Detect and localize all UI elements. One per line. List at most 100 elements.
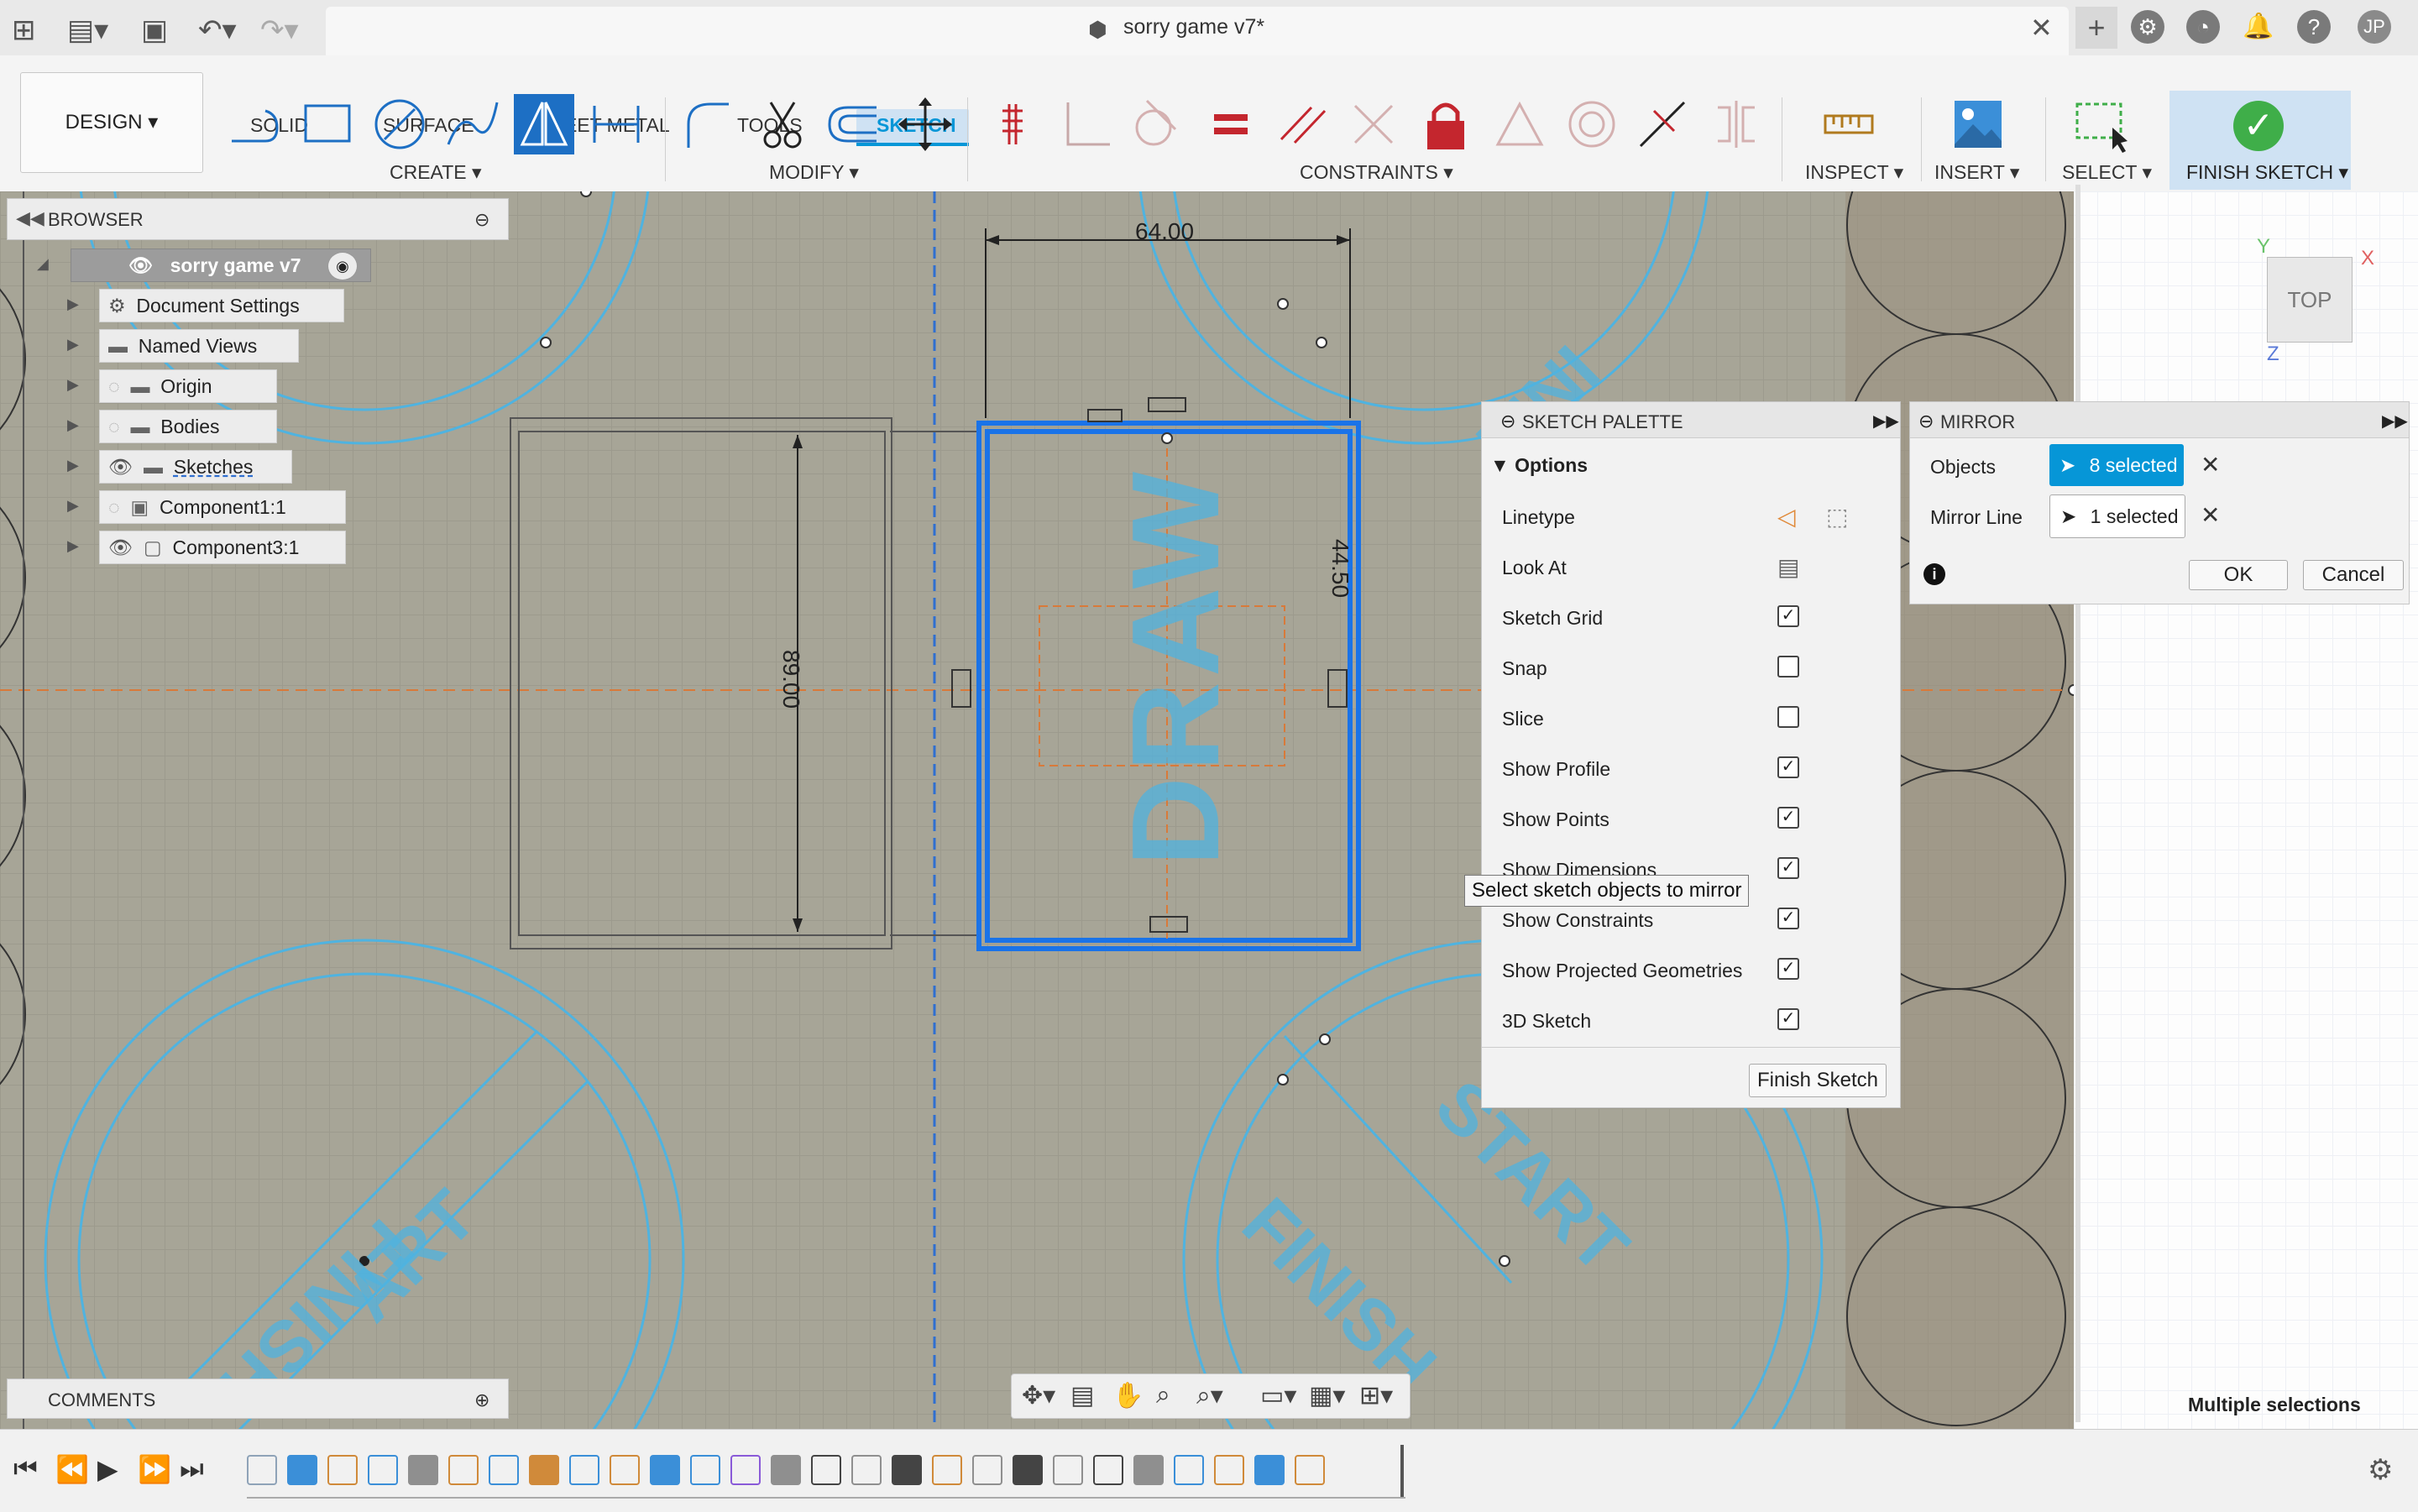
midpoint-constraint-icon[interactable] (1489, 94, 1550, 154)
notifications-icon[interactable]: 🔔 (2242, 10, 2275, 44)
expand-icon[interactable]: ▶ (67, 537, 79, 555)
look-at-icon[interactable]: ▤ (1777, 553, 1799, 581)
concentric-constraint-icon[interactable] (1562, 94, 1622, 154)
timeline-feature-icon[interactable] (1133, 1455, 1164, 1485)
expand-icon[interactable]: ▶ (67, 296, 79, 313)
move-tool-icon[interactable] (895, 94, 955, 154)
eye-icon[interactable]: 👁 (108, 536, 133, 558)
go-to-start-icon[interactable]: ⏮ (13, 1453, 38, 1485)
timeline-feature-icon[interactable] (368, 1455, 398, 1485)
dimension-rect-height[interactable]: 89.00 (777, 650, 804, 709)
options-section[interactable]: ▼ Options (1490, 454, 1588, 477)
timeline-feature-icon[interactable] (327, 1455, 358, 1485)
add-comment-icon[interactable]: ⊕ (474, 1389, 489, 1411)
clear-mirror-line-icon[interactable]: ✕ (2201, 501, 2220, 529)
timeline-feature-icon[interactable] (287, 1455, 317, 1485)
dimension-height[interactable]: 44.50 (1327, 539, 1353, 598)
timeline-feature-icon[interactable] (489, 1455, 519, 1485)
fix-constraint-icon[interactable] (1416, 94, 1476, 154)
expand-dialog-icon[interactable]: ▶▶ (1873, 411, 1899, 432)
timeline-feature-icon[interactable] (972, 1455, 1002, 1485)
slice-checkbox[interactable] (1777, 706, 1799, 728)
finish-sketch-button[interactable]: ✓ FINISH SKETCH ▾ (2169, 91, 2351, 190)
timeline-feature-icon[interactable] (1053, 1455, 1083, 1485)
expand-root-icon[interactable]: ◢ (37, 255, 49, 273)
collapse-dialog-icon[interactable]: ⊖ (1500, 411, 1515, 432)
expand-dialog-icon[interactable]: ▶▶ (2382, 411, 2408, 432)
tree-item-bodies[interactable]: ◌ ▬ Bodies (99, 410, 277, 443)
collinear-constraint-icon[interactable] (1343, 94, 1404, 154)
insert-menu[interactable]: INSERT ▾ (1934, 161, 2019, 184)
step-back-icon[interactable]: ⏪ (55, 1453, 89, 1485)
measure-icon[interactable] (1819, 94, 1879, 154)
clear-objects-icon[interactable]: ✕ (2201, 451, 2220, 479)
grid-settings-icon[interactable]: ▦▾ (1309, 1381, 1345, 1410)
dimension-tool-icon[interactable] (586, 94, 646, 154)
show-projected-geometries-checkbox[interactable]: ✓ (1777, 958, 1799, 980)
timeline-feature-icon[interactable] (529, 1455, 559, 1485)
viewports-icon[interactable]: ⊞▾ (1359, 1381, 1393, 1410)
go-to-end-icon[interactable]: ⏭ (180, 1453, 204, 1485)
look-at-icon[interactable]: ▤ (1070, 1381, 1094, 1410)
show-constraints-checkbox[interactable]: ✓ (1777, 908, 1799, 929)
spline-tool-icon[interactable] (442, 94, 502, 154)
offset-tool-icon[interactable] (823, 94, 883, 154)
select-menu[interactable]: SELECT ▾ (2062, 161, 2152, 184)
show-profile-checkbox[interactable]: ✓ (1777, 756, 1799, 778)
timeline-feature-icon[interactable] (569, 1455, 599, 1485)
eye-hidden-icon[interactable]: ◌ (108, 375, 120, 397)
undo-icon[interactable]: ↶▾ (198, 13, 237, 47)
timeline-feature-icon[interactable] (851, 1455, 882, 1485)
sketch-grid-checkbox[interactable]: ✓ (1777, 605, 1799, 627)
timeline-feature-icon[interactable] (1254, 1455, 1285, 1485)
collapse-panel-icon[interactable]: ◀◀ (16, 207, 44, 229)
pan-icon[interactable]: ✋ (1112, 1381, 1144, 1410)
display-settings-icon[interactable]: ▭▾ (1260, 1381, 1296, 1410)
expand-icon[interactable]: ▶ (67, 457, 79, 474)
orbit-icon[interactable]: ✥▾ (1022, 1381, 1055, 1410)
close-tab-icon[interactable]: ✕ (2030, 12, 2053, 44)
timeline-feature-icon[interactable] (1093, 1455, 1123, 1485)
viewport-right[interactable]: TOP X Y Z (2074, 185, 2418, 1429)
objects-selection-button[interactable]: ➤ 8 selected (2049, 444, 2184, 486)
ok-button[interactable]: OK (2189, 560, 2288, 590)
expand-icon[interactable]: ▶ (67, 416, 79, 434)
insert-image-icon[interactable] (1948, 94, 2008, 154)
extensions-icon[interactable]: ⚙ (2131, 10, 2164, 44)
expand-icon[interactable]: ▶ (67, 376, 79, 394)
line-tool-icon[interactable] (225, 94, 285, 154)
mirror-dialog-header[interactable]: ⊖ MIRROR ▶▶ (1910, 402, 2409, 438)
cancel-button[interactable]: Cancel (2303, 560, 2404, 590)
tangent-constraint-icon[interactable] (1125, 94, 1185, 154)
workspace-design-button[interactable]: DESIGN ▾ (20, 72, 203, 173)
symmetry-constraint-icon[interactable] (1706, 94, 1766, 154)
timeline-feature-icon[interactable] (650, 1455, 680, 1485)
create-menu[interactable]: CREATE ▾ (390, 161, 482, 184)
timeline-feature-icon[interactable] (1013, 1455, 1043, 1485)
sketch-palette-header[interactable]: ⊖ SKETCH PALETTE ▶▶ (1482, 402, 1900, 438)
timeline-feature-icon[interactable] (771, 1455, 801, 1485)
new-tab-icon[interactable]: + (2075, 7, 2117, 49)
select-window-icon[interactable] (2070, 94, 2131, 154)
eye-hidden-icon[interactable]: ◌ (108, 496, 120, 518)
help-icon[interactable]: ? (2297, 10, 2331, 44)
palette-finish-sketch-button[interactable]: Finish Sketch (1749, 1064, 1887, 1097)
timeline-feature-icon[interactable] (932, 1455, 962, 1485)
parallel-constraint-icon[interactable] (1273, 94, 1333, 154)
tree-root[interactable]: 👁 sorry game v7 (71, 249, 371, 282)
timeline-marker[interactable] (1400, 1445, 1404, 1497)
timeline-feature-icon[interactable] (811, 1455, 841, 1485)
construction-linetype-icon[interactable]: ◁ (1777, 503, 1796, 531)
timeline-feature-icon[interactable] (892, 1455, 922, 1485)
redo-icon[interactable]: ↷▾ (260, 13, 299, 47)
job-status-icon[interactable]: ◔ (2186, 10, 2220, 44)
coincident-constraint-icon[interactable] (986, 94, 1046, 154)
timeline-feature-icon[interactable] (690, 1455, 720, 1485)
timeline-feature-icon[interactable] (1214, 1455, 1244, 1485)
timeline-settings-icon[interactable]: ⚙ (2368, 1453, 2393, 1487)
save-icon[interactable]: ▣ (141, 13, 168, 47)
inspect-menu[interactable]: INSPECT ▾ (1805, 161, 1903, 184)
timeline-feature-icon[interactable] (610, 1455, 640, 1485)
step-forward-icon[interactable]: ⏩ (138, 1453, 171, 1485)
modify-menu[interactable]: MODIFY ▾ (769, 161, 859, 184)
